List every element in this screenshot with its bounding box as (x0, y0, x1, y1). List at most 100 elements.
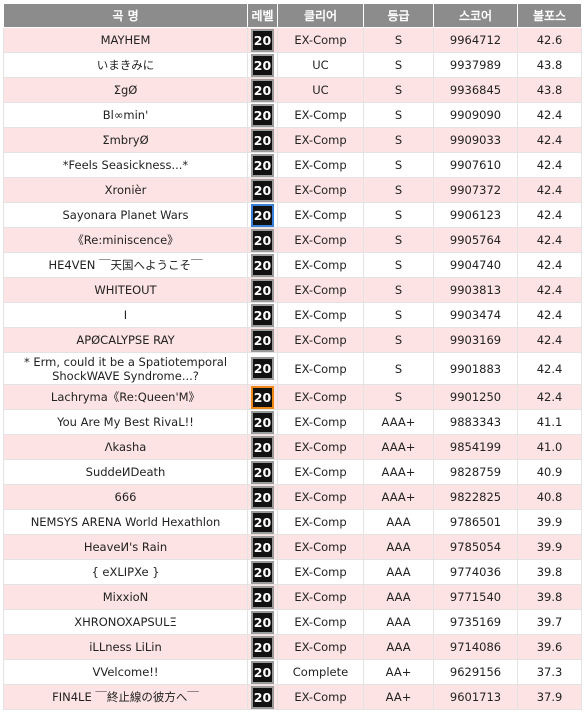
level-badge: 20 (251, 153, 274, 177)
table-row[interactable]: いまきみに 20 UC S 9937989 43.8 (3, 52, 582, 78)
volforce-cell: 39.6 (517, 634, 582, 660)
level-cell: 20 (247, 509, 278, 535)
volforce-cell: 40.9 (517, 459, 582, 485)
level-badge: 20 (251, 685, 274, 709)
grade-cell: AAA (363, 534, 434, 560)
level-cell: 20 (247, 634, 278, 660)
song-title-cell: HeaveИ's Rain (3, 534, 248, 560)
level-cell: 20 (247, 302, 278, 328)
column-header-volforce[interactable]: 볼포스 (517, 3, 582, 28)
song-title-cell: いまきみに (3, 52, 248, 78)
table-row[interactable]: * Erm, could it be a Spatiotemporal Shoc… (3, 352, 582, 385)
table-row[interactable]: Xronièr 20 EX-Comp S 9907372 42.4 (3, 177, 582, 203)
song-title-cell: MAYHEM (3, 27, 248, 53)
column-header-grade[interactable]: 등급 (363, 3, 434, 28)
table-row[interactable]: Sayonara Planet Wars 20 EX-Comp S 9906123 42.… (3, 202, 582, 228)
table-row[interactable]: HeaveИ's Rain 20 EX-Comp AAA 9785054 39.9 (3, 534, 582, 560)
level-badge: 20 (251, 357, 274, 380)
score-cell: 9903474 (433, 302, 518, 328)
clear-status-cell: EX-Comp (277, 27, 364, 53)
level-cell: 20 (247, 534, 278, 560)
column-header-song[interactable]: 곡 명 (3, 3, 248, 28)
clear-status-cell: Complete (277, 659, 364, 685)
table-row[interactable]: iLLness LiLin 20 EX-Comp AAA 9714086 39.6 (3, 634, 582, 660)
clear-status-cell: EX-Comp (277, 584, 364, 610)
score-cell: 9901883 (433, 352, 518, 385)
table-row[interactable]: { eXLIPXe } 20 EX-Comp AAA 9774036 39.8 (3, 559, 582, 585)
table-row[interactable]: 《Re:miniscence》 20 EX-Comp S 9905764 42.4 (3, 227, 582, 253)
volforce-cell: 37.3 (517, 659, 582, 685)
volforce-cell: 42.4 (517, 277, 582, 303)
score-cell: 9828759 (433, 459, 518, 485)
table-row[interactable]: FIN4LE ￣終止線の彼方へ￣ 20 EX-Comp AA+ 9601713 37.9 (3, 684, 582, 710)
table-row[interactable]: Λkasha 20 EX-Comp AAA+ 9854199 41.0 (3, 434, 582, 460)
grade-cell: S (363, 327, 434, 353)
clear-status-cell: EX-Comp (277, 609, 364, 635)
volforce-cell: 39.8 (517, 559, 582, 585)
volforce-cell: 42.4 (517, 227, 582, 253)
volforce-cell: 43.8 (517, 77, 582, 103)
level-badge: 20 (251, 78, 274, 102)
level-badge: 20 (251, 635, 274, 659)
volforce-cell: 39.7 (517, 609, 582, 635)
volforce-cell: 37.9 (517, 684, 582, 710)
level-cell: 20 (247, 327, 278, 353)
table-row[interactable]: XHRONOXAPSULΞ 20 EX-Comp AAA 9735169 39.7 (3, 609, 582, 635)
clear-status-cell: EX-Comp (277, 634, 364, 660)
table-row[interactable]: MixxioN 20 EX-Comp AAA 9771540 39.8 (3, 584, 582, 610)
table-row[interactable]: ΣmbryØ 20 EX-Comp S 9909033 42.4 (3, 127, 582, 153)
volforce-cell: 42.4 (517, 152, 582, 178)
table-row[interactable]: APØCALYPSE RAY 20 EX-Comp S 9903169 42.4 (3, 327, 582, 353)
level-badge: 20 (251, 460, 274, 484)
table-row[interactable]: HE4VEN ￣天国へようこそ￣ 20 EX-Comp S 9904740 42.4 (3, 252, 582, 278)
volforce-cell: 43.8 (517, 52, 582, 78)
level-cell: 20 (247, 584, 278, 610)
grade-cell: AAA (363, 609, 434, 635)
table-row[interactable]: I 20 EX-Comp S 9903474 42.4 (3, 302, 582, 328)
clear-status-cell: EX-Comp (277, 302, 364, 328)
table-row[interactable]: You Are My Best RivaL!! 20 EX-Comp AAA+ 9883… (3, 409, 582, 435)
volforce-cell: 42.4 (517, 327, 582, 353)
column-header-clear[interactable]: 클리어 (277, 3, 364, 28)
column-header-level[interactable]: 레벨 (247, 3, 278, 28)
score-cell: 9714086 (433, 634, 518, 660)
song-title-cell: { eXLIPXe } (3, 559, 248, 585)
score-cell: 9903813 (433, 277, 518, 303)
score-table-body: MAYHEM 20 EX-Comp S 9964712 42.6 いまきみに 20 UC S 993… (3, 27, 582, 710)
song-title-cell: ΣgØ (3, 77, 248, 103)
level-cell: 20 (247, 384, 278, 410)
score-cell: 9909090 (433, 102, 518, 128)
table-row[interactable]: 666 20 EX-Comp AAA+ 9822825 40.8 (3, 484, 582, 510)
table-row[interactable]: Lachryma《Re:Queen'M》 20 EX-Comp S 9901250 42.… (3, 384, 582, 410)
column-header-score[interactable]: 스코어 (433, 3, 518, 28)
table-row[interactable]: NEMSYS ARENA World Hexathlon 20 EX-Comp AAA… (3, 509, 582, 535)
level-cell: 20 (247, 609, 278, 635)
level-cell: 20 (247, 352, 278, 385)
table-row[interactable]: WHITEOUT 20 EX-Comp S 9903813 42.4 (3, 277, 582, 303)
clear-status-cell: EX-Comp (277, 352, 364, 385)
volforce-cell: 42.4 (517, 127, 582, 153)
level-cell: 20 (247, 152, 278, 178)
grade-cell: S (363, 152, 434, 178)
grade-cell: S (363, 127, 434, 153)
level-cell: 20 (247, 559, 278, 585)
grade-cell: S (363, 352, 434, 385)
level-badge: 20 (251, 128, 274, 152)
clear-status-cell: EX-Comp (277, 202, 364, 228)
table-row[interactable]: Bl∞min' 20 EX-Comp S 9909090 42.4 (3, 102, 582, 128)
volforce-cell: 42.6 (517, 27, 582, 53)
table-row[interactable]: *Feels Seasickness...* 20 EX-Comp S 9907610 4… (3, 152, 582, 178)
score-cell: 9904740 (433, 252, 518, 278)
song-title-cell: Lachryma《Re:Queen'M》 (3, 384, 248, 410)
level-badge: 20 (251, 610, 274, 634)
table-row[interactable]: VVelcome!! 20 Complete AA+ 9629156 37.3 (3, 659, 582, 685)
clear-status-cell: EX-Comp (277, 434, 364, 460)
score-cell: 9907372 (433, 177, 518, 203)
level-badge: 20 (251, 28, 274, 52)
table-row[interactable]: SuddeИDeath 20 EX-Comp AAA+ 9828759 40.9 (3, 459, 582, 485)
table-row[interactable]: MAYHEM 20 EX-Comp S 9964712 42.6 (3, 27, 582, 53)
clear-status-cell: EX-Comp (277, 327, 364, 353)
table-row[interactable]: ΣgØ 20 UC S 9936845 43.8 (3, 77, 582, 103)
grade-cell: S (363, 102, 434, 128)
score-cell: 9774036 (433, 559, 518, 585)
